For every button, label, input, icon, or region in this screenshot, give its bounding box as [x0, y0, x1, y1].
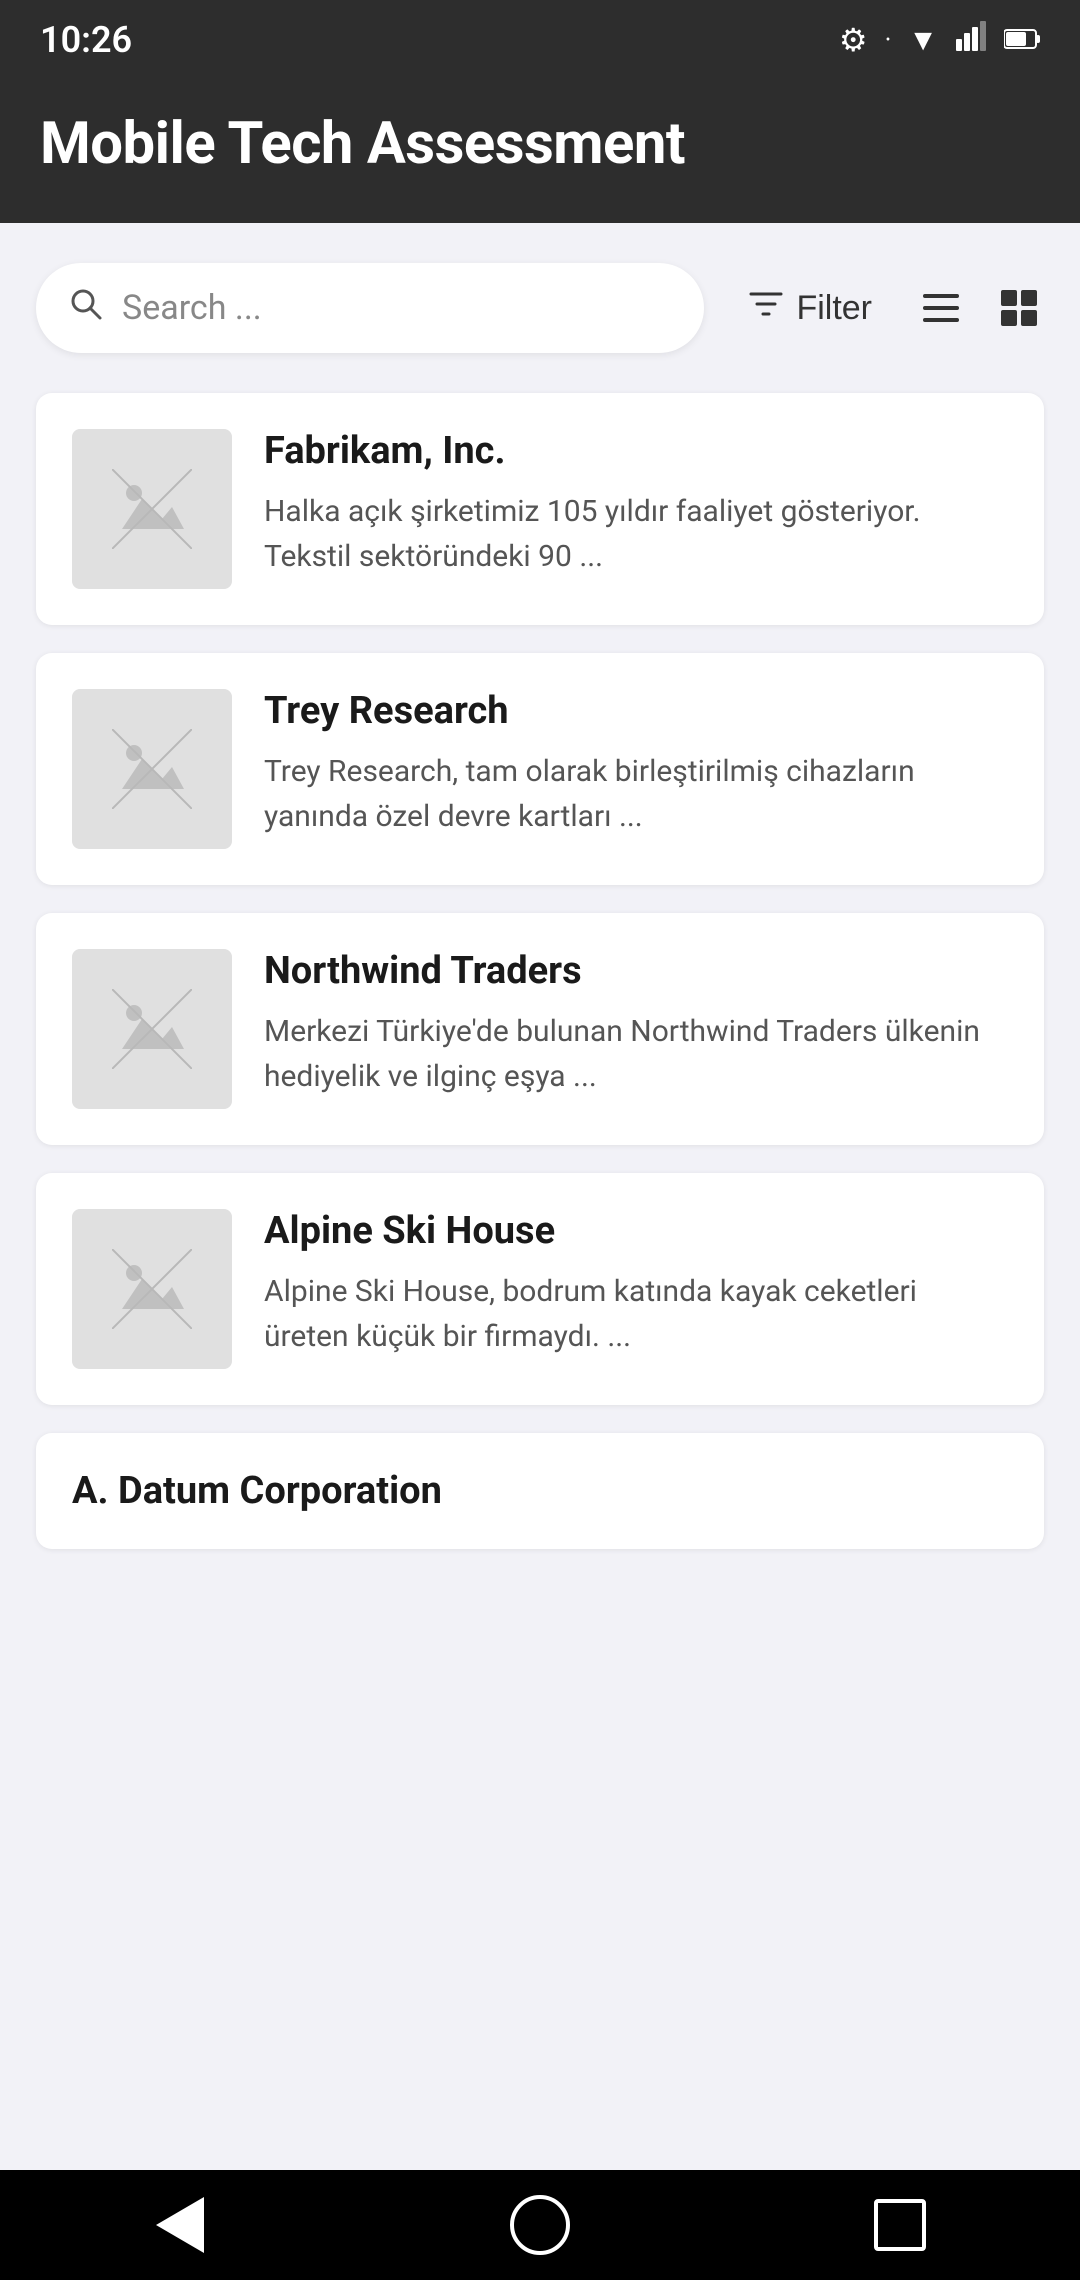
status-icons: ⚙ • ▼: [839, 21, 1040, 59]
company-card-1[interactable]: Fabrikam, Inc. Halka açık şirketimiz 105…: [36, 393, 1044, 625]
bottom-navigation: [0, 2170, 1080, 2280]
app-header: Mobile Tech Assessment: [0, 80, 1080, 223]
filter-label: Filter: [796, 289, 872, 328]
filter-icon: [748, 286, 784, 331]
company-description-2: Trey Research, tam olarak birleştirilmiş…: [264, 749, 1008, 839]
grid-view-toggle[interactable]: [994, 283, 1044, 333]
company-info-3: Northwind Traders Merkezi Türkiye'de bul…: [264, 949, 1008, 1099]
company-info-2: Trey Research Trey Research, tam olarak …: [264, 689, 1008, 839]
recents-icon: [874, 2199, 926, 2251]
search-filter-bar: Search ... Filter: [36, 263, 1044, 353]
battery-icon: [1004, 23, 1040, 58]
filter-button[interactable]: Filter: [732, 276, 888, 341]
back-icon: [156, 2197, 204, 2253]
company-card-2[interactable]: Trey Research Trey Research, tam olarak …: [36, 653, 1044, 885]
status-time: 10:26: [40, 19, 132, 61]
nav-recents-button[interactable]: [860, 2185, 940, 2265]
signal-icon: [956, 21, 986, 59]
company-description-4: Alpine Ski House, bodrum katında kayak c…: [264, 1269, 1008, 1359]
company-info-4: Alpine Ski House Alpine Ski House, bodru…: [264, 1209, 1008, 1359]
company-thumbnail-2: [72, 689, 232, 849]
nav-home-button[interactable]: [500, 2185, 580, 2265]
company-thumbnail-1: [72, 429, 232, 589]
company-name-4: Alpine Ski House: [264, 1209, 1008, 1253]
search-icon: [68, 286, 104, 331]
company-card-4[interactable]: Alpine Ski House Alpine Ski House, bodru…: [36, 1173, 1044, 1405]
nav-back-button[interactable]: [140, 2185, 220, 2265]
gear-icon: ⚙: [839, 21, 868, 59]
dot-icon: •: [886, 32, 891, 48]
company-name-1: Fabrikam, Inc.: [264, 429, 1008, 473]
company-name-5: A. Datum Corporation: [72, 1469, 1008, 1513]
company-info-1: Fabrikam, Inc. Halka açık şirketimiz 105…: [264, 429, 1008, 579]
company-description-1: Halka açık şirketimiz 105 yıldır faaliye…: [264, 489, 1008, 579]
company-thumbnail-4: [72, 1209, 232, 1369]
search-box[interactable]: Search ...: [36, 263, 704, 353]
companies-list: Fabrikam, Inc. Halka açık şirketimiz 105…: [36, 393, 1044, 1549]
wifi-icon: ▼: [908, 23, 938, 58]
search-placeholder: Search ...: [122, 288, 262, 328]
company-card-3[interactable]: Northwind Traders Merkezi Türkiye'de bul…: [36, 913, 1044, 1145]
company-thumbnail-3: [72, 949, 232, 1109]
list-view-toggle[interactable]: [916, 283, 966, 333]
company-name-2: Trey Research: [264, 689, 1008, 733]
main-content: Search ... Filter: [0, 223, 1080, 1589]
company-name-3: Northwind Traders: [264, 949, 1008, 993]
company-card-5-partial[interactable]: A. Datum Corporation: [36, 1433, 1044, 1549]
status-bar: 10:26 ⚙ • ▼: [0, 0, 1080, 80]
home-icon: [510, 2195, 570, 2255]
app-title: Mobile Tech Assessment: [40, 110, 1040, 178]
company-description-3: Merkezi Türkiye'de bulunan Northwind Tra…: [264, 1009, 1008, 1099]
